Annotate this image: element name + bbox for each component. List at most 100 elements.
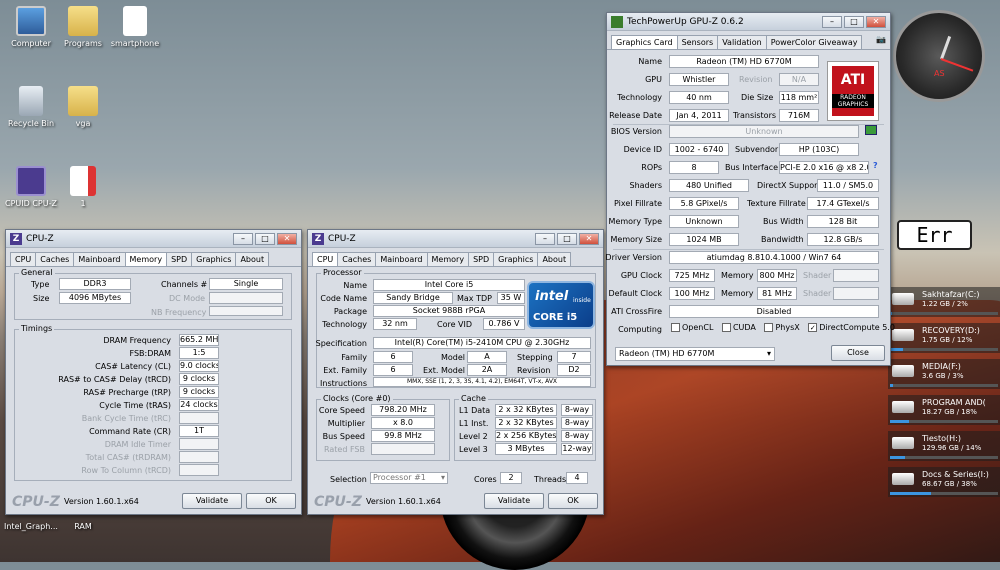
close-button[interactable]: ✕	[277, 232, 297, 245]
tab-mainboard[interactable]: Mainboard	[73, 252, 126, 266]
package-label: Package	[333, 307, 367, 316]
subvendor-label: Subvendor	[735, 145, 779, 154]
tab-sensors[interactable]: Sensors	[676, 35, 719, 49]
clock-gadget[interactable]: AS	[893, 10, 985, 102]
drive-name: Sakhtafzar(C:)	[922, 290, 980, 299]
close-dialog-button[interactable]: Close	[831, 345, 885, 361]
opencl-checkbox[interactable]	[671, 323, 680, 332]
tab-spd[interactable]: SPD	[468, 252, 495, 266]
drive-gadget[interactable]: Docs & Series(I:) 68.67 GB / 38%	[888, 467, 1000, 497]
tab-caches[interactable]: Caches	[337, 252, 377, 266]
minimize-button[interactable]: –	[233, 232, 253, 245]
drive-gadget[interactable]: RECOVERY(D:) 1.75 GB / 12%	[888, 323, 1000, 353]
shader-clock-value	[833, 269, 879, 282]
close-button[interactable]: ✕	[866, 15, 886, 28]
tab-caches[interactable]: Caches	[35, 252, 75, 266]
err-gadget[interactable]: Err	[897, 220, 972, 250]
timing-label: DRAM Idle Timer	[104, 440, 171, 449]
tab-cpu[interactable]: CPU	[10, 252, 37, 266]
title-bar[interactable]: TechPowerUp GPU-Z 0.6.2 – □ ✕	[607, 13, 890, 31]
desktop-icon-1[interactable]: 1	[52, 166, 114, 208]
validate-button[interactable]: Validate	[484, 493, 544, 509]
tab-about[interactable]: About	[537, 252, 572, 266]
instructions-label: Instructions	[320, 379, 367, 388]
die-size-label: Die Size	[741, 93, 774, 102]
timing-value: 1T	[179, 425, 219, 437]
drive-gadget[interactable]: Tiesto(H:) 129.96 GB / 14%	[888, 431, 1000, 461]
gpu-clock-label: GPU Clock	[620, 271, 662, 280]
ok-button[interactable]: OK	[548, 493, 598, 509]
tab-graphics-card[interactable]: Graphics Card	[611, 35, 678, 49]
tab-spd[interactable]: SPD	[166, 252, 193, 266]
desktop-icon-label: 1	[80, 199, 86, 208]
cache-level-label: Level 2	[459, 432, 488, 441]
timing-label: Total CAS# (tRDRAM)	[85, 453, 171, 462]
timing-value: 665.2 MHz	[179, 334, 219, 346]
ok-button[interactable]: OK	[246, 493, 296, 509]
texture-fillrate-label: Texture Fillrate	[747, 199, 806, 208]
title-bar[interactable]: Z CPU-Z – □ ✕	[6, 230, 301, 248]
close-button[interactable]: ✕	[579, 232, 599, 245]
memory-size-label: Memory Size	[610, 235, 663, 244]
bios-save-icon[interactable]	[865, 125, 877, 135]
tab-graphics[interactable]: Graphics	[191, 252, 237, 266]
cuda-checkbox[interactable]	[721, 323, 731, 332]
driver-version-value: atiumdag 8.810.4.1000 / Win7 64	[669, 251, 879, 264]
tab-mainboard[interactable]: Mainboard	[375, 252, 428, 266]
ext-family-label: Ext. Family	[323, 366, 367, 375]
desktop-icon-ram[interactable]: RAM	[52, 522, 114, 531]
help-icon[interactable]: ?	[873, 161, 878, 170]
drive-gadget[interactable]: PROGRAM AND(18.27 GB / 18%	[888, 395, 1000, 425]
bus-width-value: 128 Bit	[807, 215, 879, 228]
validate-button[interactable]: Validate	[182, 493, 242, 509]
drive-usage-fill	[890, 348, 903, 351]
timing-label: Command Rate (CR)	[89, 427, 171, 436]
processor-select-value: Processor #1	[373, 473, 426, 482]
maximize-button[interactable]: □	[557, 232, 577, 245]
drive-usage: 68.67 GB / 38%	[922, 480, 977, 488]
version-text: Version 1.60.1.x64	[64, 497, 139, 506]
directcompute-label: DirectCompute 5.0	[819, 323, 895, 332]
cpuz-logo: CPU-Z	[314, 494, 362, 510]
maximize-button[interactable]: □	[844, 15, 864, 28]
title-bar[interactable]: Z CPU-Z – □ ✕	[308, 230, 603, 248]
tab-powercolor-giveaway[interactable]: PowerColor Giveaway	[765, 35, 863, 49]
minimize-button[interactable]: –	[822, 15, 842, 28]
model-value: A	[467, 351, 507, 363]
processor-select[interactable]: Processor #1 ▾	[370, 472, 448, 484]
gpu-select[interactable]: Radeon (TM) HD 6770M ▾	[615, 347, 775, 361]
maximize-button[interactable]: □	[255, 232, 275, 245]
camera-icon[interactable]: 📷	[876, 35, 886, 49]
ext-model-label: Ext. Model	[423, 366, 466, 375]
drive-name: RECOVERY(D:)	[922, 326, 980, 335]
shaders-value: 480 Unified	[669, 179, 749, 192]
folder-icon	[68, 86, 98, 116]
desktop-icon-vga[interactable]: vga	[52, 86, 114, 128]
desktop-icon-smartphone[interactable]: smartphone	[104, 6, 166, 48]
gpu-clock-value: 725 MHz	[669, 269, 715, 282]
tab-graphics[interactable]: Graphics	[493, 252, 539, 266]
cpuz-memory-window: Z CPU-Z – □ ✕ CPU Caches Mainboard Memory S…	[5, 229, 302, 515]
timing-value: 1:5	[179, 347, 219, 359]
bus-width-label: Bus Width	[763, 217, 804, 226]
drive-gadget[interactable]: MEDIA(F:) 3.6 GB / 3%	[888, 359, 1000, 389]
tab-validation[interactable]: Validation	[717, 35, 767, 49]
desktop-icon-label: smartphone	[110, 39, 160, 48]
directcompute-checkbox[interactable]: ✓	[808, 323, 818, 332]
desktop-icon-label: Recycle Bin	[7, 119, 55, 128]
stepping-value: 7	[557, 351, 591, 363]
tab-about[interactable]: About	[235, 252, 270, 266]
cpuz-logo: CPU-Z	[12, 494, 60, 510]
window-footer: CPU-Z Version 1.60.1.x64 Validate OK	[6, 488, 301, 514]
directx-support-label: DirectX Support	[757, 181, 821, 190]
tab-memory[interactable]: Memory	[124, 252, 168, 266]
tab-memory[interactable]: Memory	[426, 252, 470, 266]
revision-value: D2	[557, 364, 591, 376]
cpuz-cpu-window: Z CPU-Z – □ ✕ CPU Caches Mainboard Memory S…	[307, 229, 604, 515]
drive-gadget[interactable]: Sakhtafzar(C:) 1.22 GB / 2%	[888, 287, 1000, 317]
drive-usage-fill	[890, 420, 910, 423]
minimize-button[interactable]: –	[535, 232, 555, 245]
dc-mode-value	[209, 292, 283, 304]
physx-checkbox[interactable]	[764, 323, 774, 332]
tab-cpu[interactable]: CPU	[312, 252, 339, 266]
